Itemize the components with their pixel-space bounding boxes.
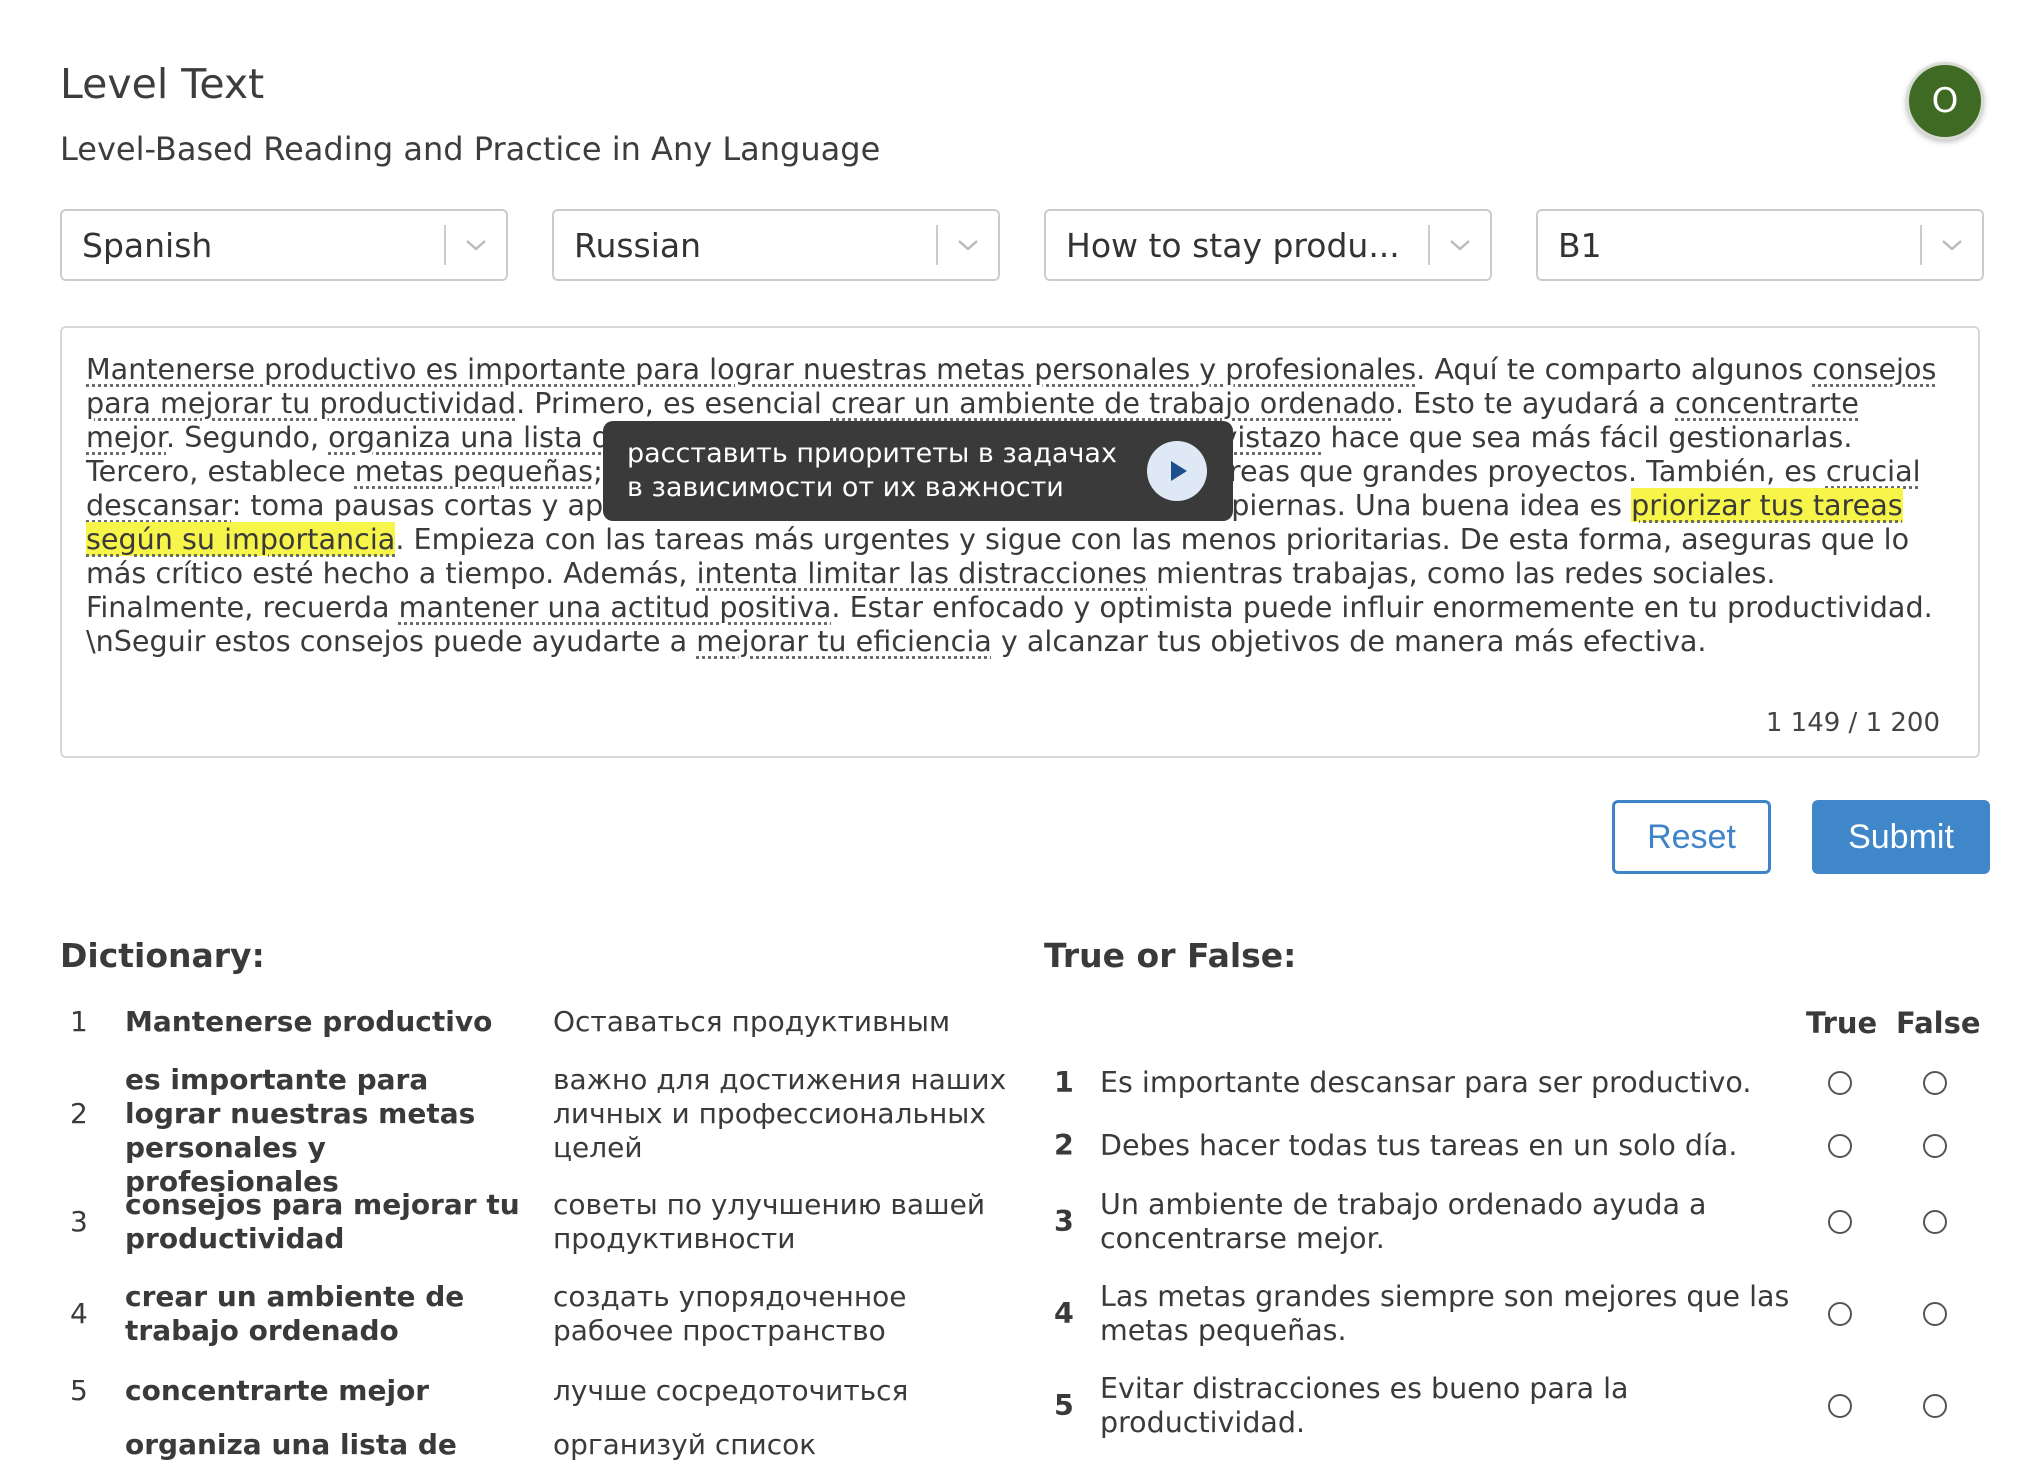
row-number: 2 (70, 1097, 88, 1130)
dictionary-term: es importante para lograr nuestras metas… (125, 1063, 476, 1198)
app-title: Level Text (60, 60, 265, 108)
play-icon[interactable] (1147, 441, 1207, 501)
avatar-initial: O (1931, 81, 1959, 121)
false-column-header: False (1896, 1006, 1981, 1040)
dictionary-translation: лучше сосредоточиться (553, 1374, 909, 1407)
phrase-link[interactable]: metas pequeñas (355, 454, 593, 488)
reading-text-area[interactable]: Mantenerse productivo es importante para… (60, 326, 1980, 758)
row-number: 5 (1054, 1389, 1074, 1422)
passage-text: . Segundo, (166, 420, 329, 454)
source-language-select[interactable]: Spanish (60, 209, 508, 281)
statement-text: Debes hacer todas tus tareas en un solo … (1100, 1129, 1738, 1162)
reset-button[interactable]: Reset (1612, 800, 1771, 874)
true-radio[interactable] (1828, 1134, 1852, 1158)
dictionary-translation: важно для достижения наших личных и проф… (553, 1063, 1007, 1164)
target-language-select[interactable]: Russian (552, 209, 1000, 281)
statement-text: Las metas grandes siempre son mejores qu… (1100, 1280, 1790, 1347)
statement-text: Un ambiente de trabajo ordenado ayuda a … (1100, 1188, 1707, 1255)
phrase-link[interactable]: crear un ambiente de trabajo ordenado (831, 386, 1395, 420)
row-number: 1 (70, 1005, 88, 1038)
dictionary-term: crear un ambiente de trabajo ordenado (125, 1280, 465, 1347)
dictionary-term: concentrarte mejor (125, 1374, 430, 1407)
statement-text: Es importante descansar para ser product… (1100, 1066, 1752, 1099)
false-radio[interactable] (1923, 1134, 1947, 1158)
level-select[interactable]: B1 (1536, 209, 1984, 281)
dictionary-heading: Dictionary: (60, 936, 265, 975)
chevron-down-icon[interactable] (446, 238, 506, 252)
row-number: 3 (70, 1205, 88, 1238)
true-radio[interactable] (1828, 1302, 1852, 1326)
row-number: 3 (1054, 1205, 1074, 1238)
dictionary-term: Mantenerse productivo (125, 1005, 493, 1038)
phrase-link[interactable]: intenta limitar las distracciones (697, 556, 1148, 590)
false-radio[interactable] (1923, 1394, 1947, 1418)
phrase-link[interactable]: mejorar tu eficiencia (696, 624, 992, 658)
submit-button[interactable]: Submit (1812, 800, 1990, 874)
true-radio[interactable] (1828, 1071, 1852, 1095)
false-radio[interactable] (1923, 1071, 1947, 1095)
row-number: 4 (1054, 1297, 1074, 1330)
chevron-down-icon[interactable] (938, 238, 998, 252)
character-counter: 1 149 / 1 200 (1765, 708, 1940, 738)
phrase-link[interactable]: Mantenerse productivo es importante para… (86, 352, 1416, 386)
translation-tooltip: расставить приоритеты в задачах в зависи… (603, 421, 1233, 521)
avatar[interactable]: O (1906, 62, 1984, 140)
passage-text: . Esto te ayudará a (1394, 386, 1676, 420)
topic-value: How to stay produ... (1066, 225, 1400, 265)
false-radio[interactable] (1923, 1302, 1947, 1326)
true-false-heading: True or False: (1044, 936, 1297, 975)
statement-text: Evitar distracciones es bueno para la pr… (1100, 1372, 1629, 1439)
passage-text: y alcanzar tus objetivos de manera más e… (991, 624, 1707, 658)
target-language-value: Russian (574, 225, 702, 265)
source-language-value: Spanish (82, 225, 213, 265)
chevron-down-icon[interactable] (1922, 238, 1982, 252)
true-radio[interactable] (1828, 1394, 1852, 1418)
false-radio[interactable] (1923, 1210, 1947, 1234)
chevron-down-icon[interactable] (1430, 238, 1490, 252)
row-number: 2 (1054, 1129, 1074, 1162)
app-subtitle: Level-Based Reading and Practice in Any … (60, 130, 881, 168)
dictionary-term: organiza una lista de (125, 1428, 457, 1461)
topic-select[interactable]: How to stay produ... (1044, 209, 1492, 281)
dictionary-term: consejos para mejorar tu productividad (125, 1188, 520, 1255)
row-number: 1 (1054, 1066, 1074, 1099)
level-value: B1 (1558, 225, 1602, 265)
dictionary-translation: Оставаться продуктивным (553, 1005, 951, 1038)
true-radio[interactable] (1828, 1210, 1852, 1234)
dictionary-translation: советы по улучшению вашей продуктивности (553, 1188, 986, 1255)
phrase-link[interactable]: mantener una actitud positiva (399, 590, 832, 624)
row-number: 5 (70, 1374, 88, 1407)
dictionary-translation: организуй список (553, 1428, 817, 1461)
dictionary-translation: создать упорядоченное рабочее пространст… (553, 1280, 907, 1347)
row-number: 4 (70, 1297, 88, 1330)
passage-text: . Primero, es esencial (516, 386, 831, 420)
true-column-header: True (1806, 1006, 1878, 1040)
passage-text: . Aquí te comparto algunos (1416, 352, 1813, 386)
tooltip-translation: расставить приоритеты в задачах в зависи… (627, 438, 1117, 503)
